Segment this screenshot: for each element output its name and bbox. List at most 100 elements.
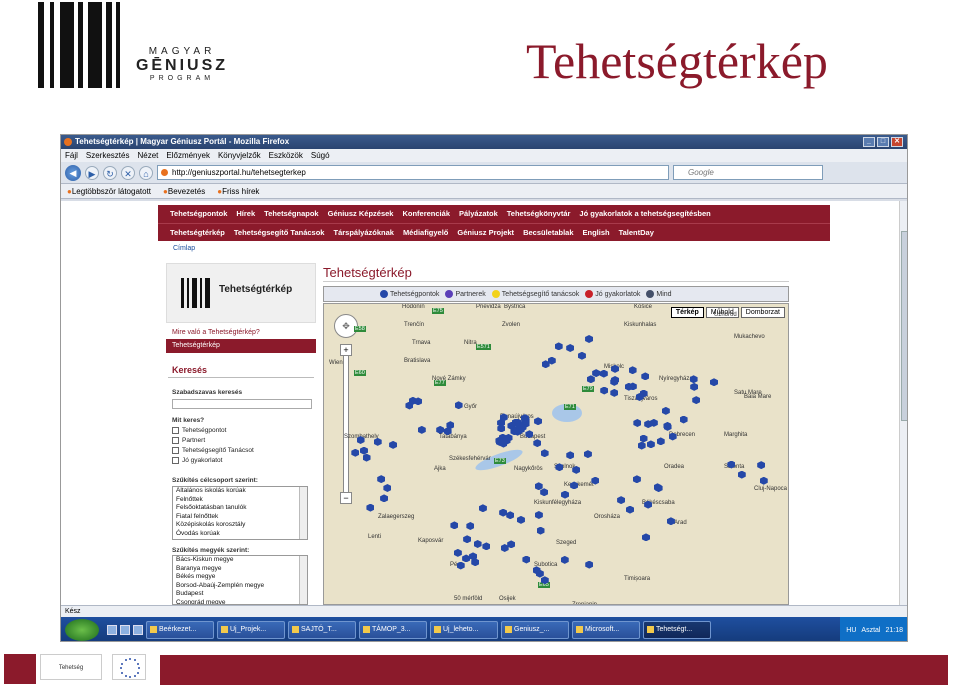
- bookmark-item[interactable]: Legtöbbször látogatott: [67, 184, 151, 198]
- map-marker-icon[interactable]: [646, 440, 655, 449]
- menu-item[interactable]: Fájl: [65, 149, 78, 162]
- nav-item[interactable]: Jó gyakorlatok a tehetségsegítésben: [579, 205, 710, 223]
- menu-item[interactable]: Előzmények: [166, 149, 210, 162]
- legend-item[interactable]: Tehetségsegítő tanácsok: [491, 290, 579, 298]
- list-option[interactable]: Általános iskolás korúak: [176, 487, 307, 496]
- map-marker-icon[interactable]: [497, 424, 506, 433]
- taskbar-button[interactable]: Uj_Projek...: [217, 621, 285, 639]
- map-marker-icon[interactable]: [585, 335, 594, 344]
- map-marker-icon[interactable]: [377, 475, 386, 484]
- map-marker-icon[interactable]: [641, 372, 650, 381]
- legend-item[interactable]: Jó gyakorlatok: [585, 290, 640, 298]
- map-marker-icon[interactable]: [633, 418, 642, 427]
- map-marker-icon[interactable]: [466, 522, 475, 531]
- map-marker-icon[interactable]: [592, 369, 601, 378]
- nav-item[interactable]: TalentDay: [619, 224, 654, 241]
- page-scrollbar[interactable]: [899, 201, 907, 605]
- nav-item[interactable]: Konferenciák: [402, 205, 450, 223]
- map-marker-icon[interactable]: [628, 366, 637, 375]
- list-option[interactable]: Középiskolás korosztály: [176, 521, 307, 530]
- quick-launch-icon[interactable]: [120, 625, 130, 635]
- map-marker-icon[interactable]: [690, 382, 699, 391]
- search-box[interactable]: Google: [673, 165, 823, 180]
- forward-button[interactable]: ▶: [85, 165, 99, 180]
- county-listbox[interactable]: Bács-Kiskun megye Baranya megye Békés megy…: [172, 555, 308, 605]
- quick-launch-icon[interactable]: [107, 625, 117, 635]
- legend-item[interactable]: Partnerek: [445, 290, 486, 298]
- nav-item[interactable]: Becsületablak: [523, 224, 573, 241]
- map-marker-icon[interactable]: [533, 439, 542, 448]
- menu-item[interactable]: Nézet: [137, 149, 158, 162]
- taskbar-button[interactable]: Microsoft...: [572, 621, 640, 639]
- nav-item[interactable]: Tehetségtérkép: [170, 224, 225, 241]
- map-marker-icon[interactable]: [389, 440, 398, 449]
- map-marker-icon[interactable]: [473, 539, 482, 548]
- menu-item[interactable]: Könyvjelzők: [218, 149, 261, 162]
- zoom-out-button[interactable]: −: [340, 492, 352, 504]
- map-marker-icon[interactable]: [453, 548, 462, 557]
- checkbox-box[interactable]: [172, 437, 179, 444]
- map-marker-icon[interactable]: [637, 441, 646, 450]
- list-option[interactable]: Felsőoktatásban tanulók: [176, 504, 307, 513]
- quick-launch-icon[interactable]: [133, 625, 143, 635]
- map-marker-icon[interactable]: [566, 451, 575, 460]
- map-marker-icon[interactable]: [757, 461, 766, 470]
- back-button[interactable]: ◀: [65, 164, 81, 181]
- list-option[interactable]: Felnőttek: [176, 496, 307, 505]
- minimize-button[interactable]: _: [863, 137, 875, 147]
- map-marker-icon[interactable]: [585, 560, 594, 569]
- map-marker-icon[interactable]: [362, 453, 371, 462]
- nav-item[interactable]: Tehetségnapok: [264, 205, 318, 223]
- map-marker-icon[interactable]: [383, 484, 392, 493]
- map-marker-icon[interactable]: [759, 476, 768, 485]
- map-type-button[interactable]: Térkép: [670, 307, 704, 318]
- list-option[interactable]: Óvodás korúak: [176, 530, 307, 539]
- map-marker-icon[interactable]: [586, 375, 595, 384]
- map-marker-icon[interactable]: [566, 344, 575, 353]
- maximize-button[interactable]: □: [877, 137, 889, 147]
- menu-item[interactable]: Súgó: [311, 149, 330, 162]
- taskbar-button[interactable]: Beérkezet...: [146, 621, 214, 639]
- reload-button[interactable]: ↻: [103, 165, 117, 180]
- map-marker-icon[interactable]: [561, 490, 570, 499]
- map-marker-icon[interactable]: [417, 425, 426, 434]
- nav-item[interactable]: Tehetségkönyvtár: [507, 205, 571, 223]
- taskbar-button[interactable]: SAJTÓ_T...: [288, 621, 356, 639]
- breadcrumb[interactable]: Címlap: [173, 245, 195, 252]
- map-marker-icon[interactable]: [577, 351, 586, 360]
- taskbar-button[interactable]: Tehetségt...: [643, 621, 711, 639]
- map-marker-icon[interactable]: [639, 434, 648, 443]
- nav-item[interactable]: Hírek: [236, 205, 255, 223]
- taskbar-button[interactable]: Geniusz_...: [501, 621, 569, 639]
- url-bar[interactable]: http://geniuszportal.hu/tehetsegterkep: [157, 165, 669, 180]
- nav-item[interactable]: Tehetségpontok: [170, 205, 227, 223]
- target-listbox[interactable]: Általános iskolás korúak Felnőttek Felsőok…: [172, 486, 308, 540]
- nav-item[interactable]: Géniusz Projekt: [457, 224, 514, 241]
- sidebar-item-active[interactable]: Tehetségtérkép: [166, 339, 316, 353]
- map-marker-icon[interactable]: [534, 482, 543, 491]
- checkbox-option[interactable]: Tehetségsegítő Tanácsot: [172, 447, 254, 454]
- desktop-toolbar[interactable]: Asztal: [861, 627, 880, 634]
- map-marker-icon[interactable]: [617, 496, 626, 505]
- map-marker-icon[interactable]: [642, 533, 650, 542]
- taskbar-button[interactable]: Uj_leheto...: [430, 621, 498, 639]
- map-marker-icon[interactable]: [454, 401, 463, 410]
- list-option[interactable]: Baranya megye: [176, 565, 307, 574]
- checkbox-option[interactable]: Jó gyakorlatot: [172, 457, 222, 464]
- nav-item[interactable]: Géniusz Képzések: [328, 205, 394, 223]
- map-marker-icon[interactable]: [656, 437, 665, 446]
- nav-item[interactable]: Tehetségsegítő Tanácsok: [234, 224, 325, 241]
- map-marker-icon[interactable]: [600, 386, 609, 395]
- map-marker-icon[interactable]: [536, 526, 545, 535]
- map-marker-icon[interactable]: [478, 504, 487, 513]
- checkbox-option[interactable]: Tehetségpontot: [172, 427, 226, 434]
- map-marker-icon[interactable]: [679, 415, 688, 424]
- map-marker-icon[interactable]: [632, 475, 641, 484]
- map-marker-icon[interactable]: [540, 449, 549, 458]
- list-option[interactable]: Borsod-Abaúj-Zemplén megye: [176, 582, 307, 591]
- bookmark-item[interactable]: Bevezetés: [163, 184, 205, 198]
- map-marker-icon[interactable]: [482, 542, 491, 551]
- checkbox-box[interactable]: [172, 447, 179, 454]
- map-marker-icon[interactable]: [366, 503, 375, 512]
- map-marker-icon[interactable]: [436, 425, 445, 434]
